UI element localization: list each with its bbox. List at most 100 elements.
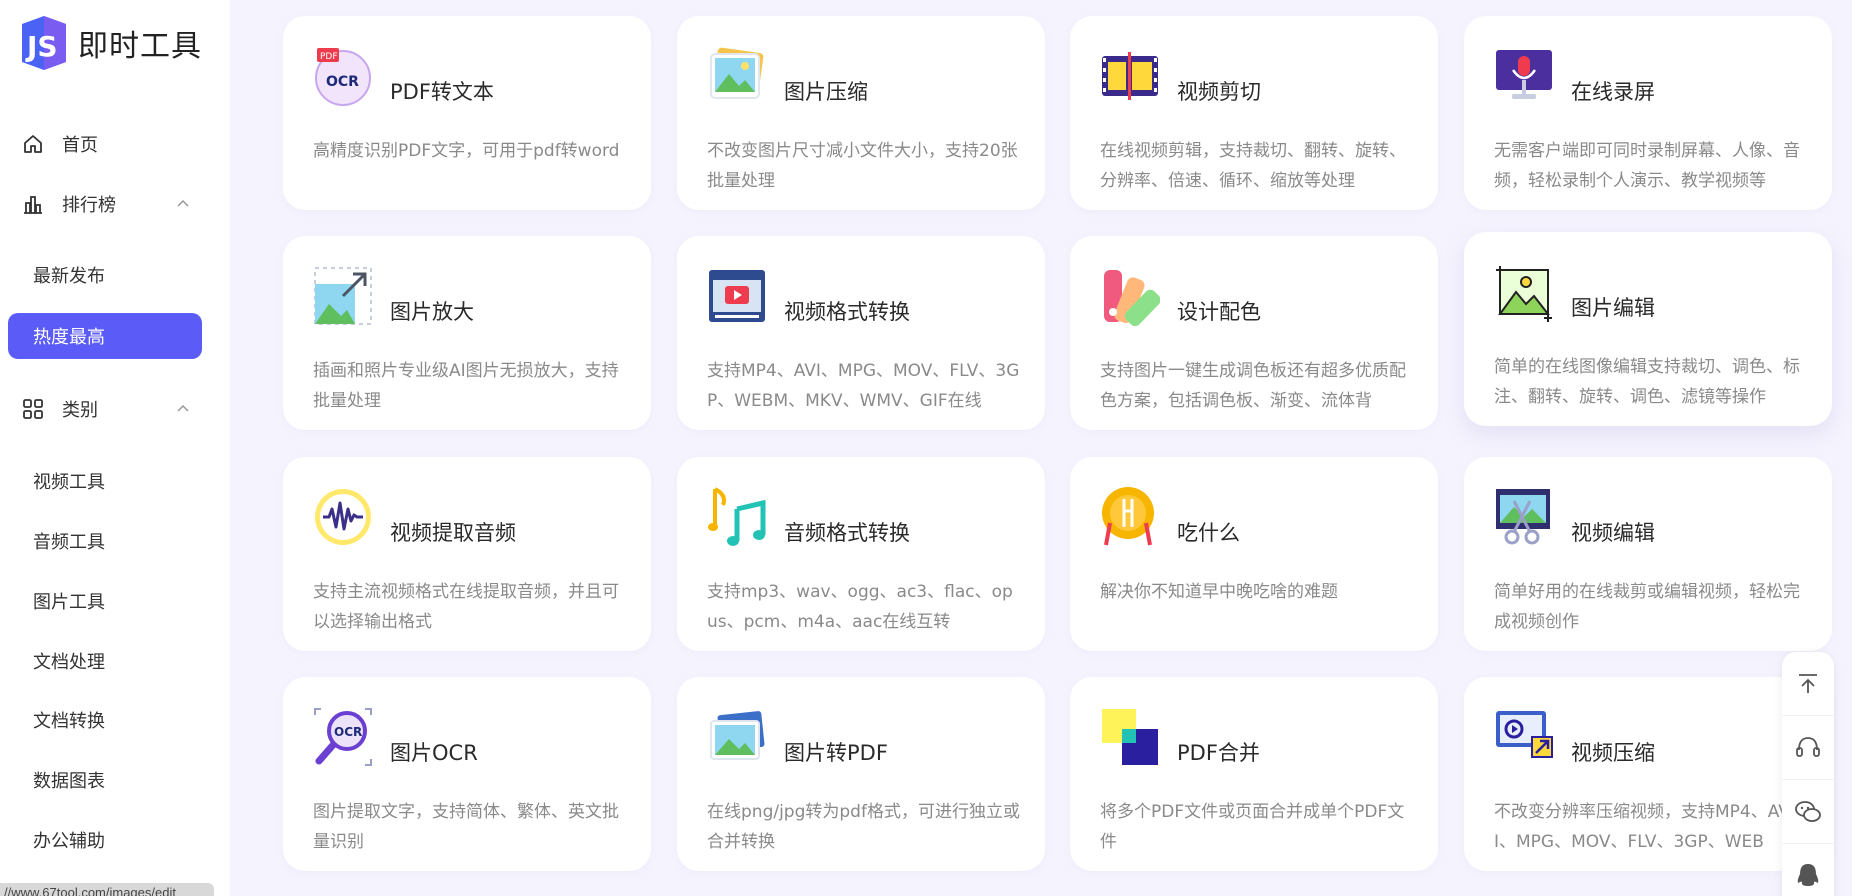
card-title: 视频剪切 bbox=[1177, 80, 1261, 104]
card-desc: 不改变分辨率压缩视频，支持MP4、AVI、MPG、MOV、FLV、3GP、WEB bbox=[1494, 802, 1790, 852]
nav-item-office[interactable]: 办公辅助 bbox=[8, 817, 202, 863]
nav-category-label: 类别 bbox=[62, 400, 98, 420]
card-title: 视频编辑 bbox=[1571, 521, 1655, 545]
nav-ranking-label: 排行榜 bbox=[62, 195, 116, 215]
card-desc: 支持MP4、AVI、MPG、MOV、FLV、3GP、WEBM、MKV、WMV、G… bbox=[707, 361, 1020, 411]
nav-item-label: 热度最高 bbox=[33, 327, 105, 347]
nav-item-label: 图片工具 bbox=[33, 592, 105, 612]
tool-card-image-to-pdf[interactable]: 图片转PDF 在线png/jpg转为pdf格式，可进行独立或合并转换 bbox=[677, 677, 1045, 871]
tool-card-screen-record[interactable]: 在线录屏 无需客户端即可同时录制屏幕、人像、音频，轻松录制个人演示、教学视频等 bbox=[1464, 16, 1832, 210]
card-desc: 将多个PDF文件或页面合并成单个PDF文件 bbox=[1100, 802, 1405, 852]
svg-text:PDF: PDF bbox=[320, 52, 338, 62]
image-edit-icon bbox=[1496, 266, 1552, 322]
nav-category[interactable]: 类别 bbox=[0, 385, 230, 433]
grid-icon bbox=[23, 399, 43, 419]
card-title: 吃什么 bbox=[1177, 521, 1240, 545]
tool-card-video-cut[interactable]: 视频剪切 在线视频剪辑，支持裁切、翻转、旋转、分辨率、倍速、循环、缩放等处理 bbox=[1070, 16, 1438, 210]
tool-card-audio-format[interactable]: 音频格式转换 支持mp3、wav、ogg、ac3、flac、opus、pcm、m… bbox=[677, 457, 1045, 651]
svg-text:OCR: OCR bbox=[326, 74, 359, 90]
nav-item-hottest[interactable]: 热度最高 bbox=[8, 313, 202, 359]
qq-button[interactable] bbox=[1782, 844, 1834, 896]
card-title: 图片编辑 bbox=[1571, 296, 1655, 320]
logo-js-icon: JS bbox=[22, 16, 66, 70]
nav-item-image-tools[interactable]: 图片工具 bbox=[8, 578, 202, 624]
tool-card-extract-audio[interactable]: 视频提取音频 支持主流视频格式在线提取音频，并且可以选择输出格式 bbox=[283, 457, 651, 651]
card-title: PDF合并 bbox=[1177, 741, 1260, 765]
card-desc: 简单的在线图像编辑支持裁切、调色、标注、翻转、旋转、调色、滤镜等操作 bbox=[1494, 357, 1800, 407]
card-desc: 支持图片一键生成调色板还有超多优质配色方案，包括调色板、渐变、流体背 bbox=[1100, 361, 1406, 411]
image-ocr-icon: OCR bbox=[314, 708, 372, 766]
nav-item-doc-processing[interactable]: 文档处理 bbox=[8, 638, 202, 684]
wechat-button[interactable] bbox=[1782, 780, 1834, 844]
status-url: //www.67tool.com/images/edit bbox=[0, 883, 214, 896]
floating-toolbar bbox=[1782, 652, 1834, 896]
logo[interactable]: JS 即时工具 bbox=[18, 16, 202, 70]
nav-item-data-charts[interactable]: 数据图表 bbox=[8, 757, 202, 803]
card-desc: 支持主流视频格式在线提取音频，并且可以选择输出格式 bbox=[313, 582, 619, 632]
headset-icon bbox=[1796, 736, 1820, 757]
card-title: 视频提取音频 bbox=[390, 521, 516, 545]
nav-ranking[interactable]: 排行榜 bbox=[0, 180, 230, 228]
sidebar: JS 即时工具 首页 排行榜 最新发布 热度最高 类别 视频工具 音频工具 图片… bbox=[0, 0, 230, 896]
card-title: 图片OCR bbox=[390, 741, 478, 765]
image-compress-icon bbox=[710, 47, 764, 99]
tool-card-what-to-eat[interactable]: 吃什么 解决你不知道早中晚吃啥的难题 bbox=[1070, 457, 1438, 651]
card-title: 在线录屏 bbox=[1571, 80, 1655, 104]
card-title: 图片放大 bbox=[390, 300, 474, 324]
customer-service-button[interactable] bbox=[1782, 716, 1834, 780]
nav-item-video-tools[interactable]: 视频工具 bbox=[8, 458, 202, 504]
food-icon bbox=[1102, 487, 1154, 546]
svg-text:OCR: OCR bbox=[334, 725, 362, 739]
tool-card-image-enlarge[interactable]: 图片放大 插画和照片专业级AI图片无损放大，支持批量处理 bbox=[283, 236, 651, 430]
nav-item-label: 文档处理 bbox=[33, 652, 105, 672]
card-desc: 图片提取文字，支持简体、繁体、英文批量识别 bbox=[313, 802, 619, 852]
tool-card-video-format[interactable]: 视频格式转换 支持MP4、AVI、MPG、MOV、FLV、3GP、WEBM、MK… bbox=[677, 236, 1045, 430]
video-convert-icon bbox=[709, 270, 765, 322]
audio-wave-icon bbox=[315, 489, 371, 545]
pdf-ocr-icon: PDF OCR bbox=[315, 48, 371, 106]
tool-card-pdf-to-text[interactable]: PDF OCR PDF转文本 高精度识别PDF文字，可用于pdf转word bbox=[283, 16, 651, 210]
nav-item-audio-tools[interactable]: 音频工具 bbox=[8, 518, 202, 564]
tool-card-image-edit[interactable]: 图片编辑 简单的在线图像编辑支持裁切、调色、标注、翻转、旋转、调色、滤镜等操作 bbox=[1464, 232, 1832, 426]
nav-item-label: 文档转换 bbox=[33, 711, 105, 731]
card-title: 图片压缩 bbox=[784, 80, 868, 104]
card-desc: 在线视频剪辑，支持裁切、翻转、旋转、分辨率、倍速、循环、缩放等处理 bbox=[1100, 141, 1406, 191]
home-icon bbox=[24, 135, 42, 153]
palette-icon bbox=[1104, 270, 1160, 326]
card-title: 视频压缩 bbox=[1571, 741, 1655, 765]
card-desc: 支持mp3、wav、ogg、ac3、flac、opus、pcm、m4a、aac在… bbox=[707, 582, 1013, 632]
nav-item-label: 最新发布 bbox=[33, 266, 105, 286]
back-to-top-button[interactable] bbox=[1782, 652, 1834, 716]
wechat-icon bbox=[1795, 800, 1821, 822]
nav-item-label: 数据图表 bbox=[33, 771, 105, 791]
screen-record-icon bbox=[1496, 50, 1552, 99]
chevron-up-icon[interactable] bbox=[176, 197, 190, 211]
tool-card-video-edit[interactable]: 视频编辑 简单好用的在线裁剪或编辑视频，轻松完成视频创作 bbox=[1464, 457, 1832, 651]
card-desc: 不改变图片尺寸减小文件大小，支持20张批量处理 bbox=[707, 141, 1018, 191]
nav-home-label: 首页 bbox=[62, 135, 98, 155]
card-desc: 简单好用的在线裁剪或编辑视频，轻松完成视频创作 bbox=[1494, 582, 1800, 632]
tool-card-pdf-merge[interactable]: PDF合并 将多个PDF文件或页面合并成单个PDF文件 bbox=[1070, 677, 1438, 871]
card-desc: 插画和照片专业级AI图片无损放大，支持批量处理 bbox=[313, 361, 619, 411]
video-edit-icon bbox=[1496, 489, 1550, 545]
nav-home[interactable]: 首页 bbox=[0, 120, 230, 168]
card-desc: 高精度识别PDF文字，可用于pdf转word bbox=[313, 141, 620, 161]
qq-icon bbox=[1797, 864, 1819, 886]
music-note-icon bbox=[708, 487, 766, 546]
image-enlarge-icon bbox=[314, 267, 372, 325]
pdf-merge-icon bbox=[1102, 709, 1158, 765]
tool-card-video-compress[interactable]: 视频压缩 不改变分辨率压缩视频，支持MP4、AVI、MPG、MOV、FLV、3G… bbox=[1464, 677, 1832, 871]
nav-item-doc-convert[interactable]: 文档转换 bbox=[8, 697, 202, 743]
card-title: 音频格式转换 bbox=[784, 521, 910, 545]
nav-item-label: 音频工具 bbox=[33, 532, 105, 552]
video-compress-icon bbox=[1496, 711, 1553, 758]
arrow-up-icon bbox=[1799, 673, 1817, 693]
card-title: 设计配色 bbox=[1177, 300, 1261, 324]
chevron-up-icon[interactable] bbox=[176, 402, 190, 416]
tool-card-design-color[interactable]: 设计配色 支持图片一键生成调色板还有超多优质配色方案，包括调色板、渐变、流体背 bbox=[1070, 236, 1438, 430]
nav-item-label: 视频工具 bbox=[33, 472, 105, 492]
tool-card-image-ocr[interactable]: OCR 图片OCR 图片提取文字，支持简体、繁体、英文批量识别 bbox=[283, 677, 651, 871]
tool-card-image-compress[interactable]: 图片压缩 不改变图片尺寸减小文件大小，支持20张批量处理 bbox=[677, 16, 1045, 210]
nav-item-latest[interactable]: 最新发布 bbox=[8, 252, 202, 298]
card-desc: 无需客户端即可同时录制屏幕、人像、音频，轻松录制个人演示、教学视频等 bbox=[1494, 141, 1800, 191]
